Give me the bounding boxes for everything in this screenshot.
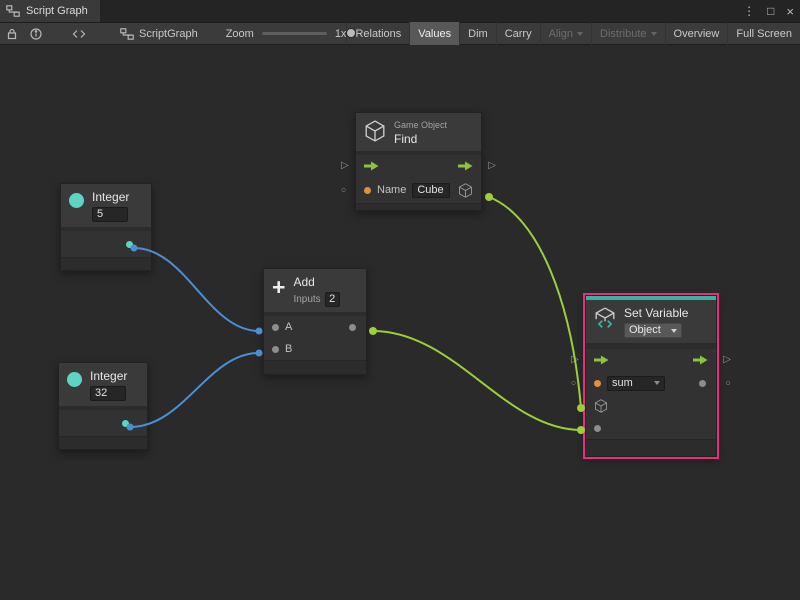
wire-endpoint [577, 404, 585, 412]
chevrons-icon[interactable] [72, 28, 86, 40]
connection-find-to-setvariable-object[interactable] [489, 197, 581, 408]
chevron-down-icon [577, 32, 583, 36]
window-controls: ⋮ □ × [743, 0, 794, 22]
lock-icon[interactable] [6, 28, 18, 40]
dim-button[interactable]: Dim [459, 22, 496, 45]
close-icon[interactable]: × [786, 4, 794, 19]
wire-endpoint [577, 426, 585, 434]
wire-endpoint [127, 424, 134, 431]
graph-toolbar: ScriptGraph Zoom 1x Relations Values Dim… [0, 22, 800, 45]
values-button[interactable]: Values [409, 22, 459, 45]
connections-layer [0, 45, 800, 600]
wire-endpoint [131, 245, 138, 252]
graph-name: ScriptGraph [139, 28, 198, 40]
graph-breadcrumb[interactable]: ScriptGraph [120, 28, 198, 40]
fullscreen-button[interactable]: Full Screen [727, 22, 800, 45]
wire-endpoint [256, 350, 263, 357]
chevron-down-icon [651, 32, 657, 36]
script-graph-icon [6, 5, 20, 17]
align-button[interactable]: Align [540, 22, 591, 45]
connection-integer5-to-add-a[interactable] [134, 248, 259, 331]
tab-title: Script Graph [26, 5, 88, 17]
overview-button[interactable]: Overview [665, 22, 728, 45]
connection-integer32-to-add-b[interactable] [130, 353, 259, 427]
maximize-icon[interactable]: □ [767, 4, 774, 18]
info-icon[interactable] [30, 28, 42, 40]
zoom-label: Zoom [226, 28, 254, 40]
distribute-button[interactable]: Distribute [591, 22, 664, 45]
window-tab[interactable]: Script Graph [0, 0, 100, 22]
relations-button[interactable]: Relations [346, 22, 409, 45]
connection-add-to-setvariable-value[interactable] [373, 331, 581, 430]
zoom-slider[interactable] [262, 32, 327, 35]
wire-endpoint [369, 327, 377, 335]
titlebar: Script Graph ⋮ □ × [0, 0, 800, 22]
graph-canvas[interactable]: Integer 5 Integer 32 [0, 45, 800, 600]
carry-button[interactable]: Carry [496, 22, 540, 45]
wire-endpoint [485, 193, 493, 201]
zoom-value: 1x [335, 28, 347, 40]
zoom-slider-knob[interactable] [346, 28, 356, 38]
script-graph-window: Script Graph ⋮ □ × ScriptGraph Zoom 1x R… [0, 0, 800, 600]
graph-icon [120, 28, 134, 40]
toolbar-buttons: Relations Values Dim Carry Align Distrib… [346, 22, 800, 45]
wire-endpoint [256, 328, 263, 335]
kebab-menu-icon[interactable]: ⋮ [743, 4, 755, 18]
